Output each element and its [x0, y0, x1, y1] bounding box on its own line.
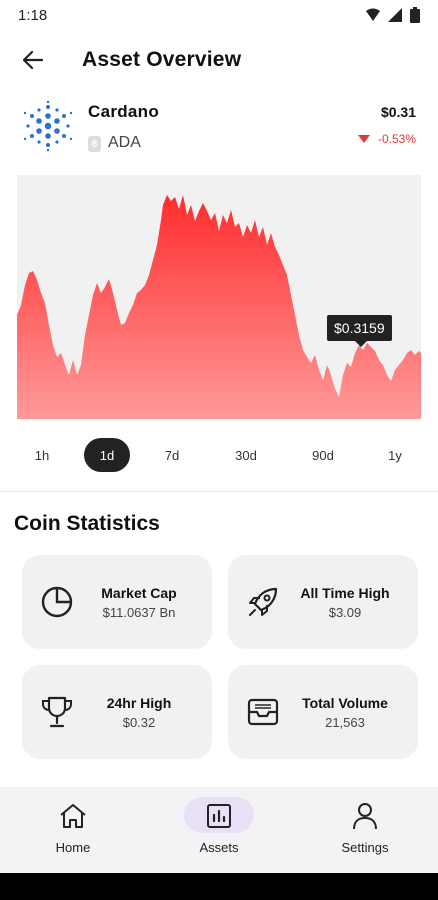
system-navigation-bar — [0, 873, 438, 900]
range-1y[interactable]: 1y — [375, 438, 415, 472]
stat-value: $0.32 — [122, 715, 156, 730]
coin-name: Cardano — [88, 102, 160, 121]
range-90d[interactable]: 90d — [303, 438, 343, 472]
status-icons — [366, 7, 420, 23]
battery-icon — [410, 7, 420, 23]
price-change: -0.53% — [357, 132, 416, 146]
status-time: 1:18 — [18, 6, 48, 24]
stat-title: Total Volume — [302, 695, 388, 711]
price-chart[interactable]: $0.3159 — [17, 175, 421, 419]
range-1d[interactable]: 1d — [84, 438, 130, 472]
nav-item-settings[interactable]: Settings — [305, 787, 425, 873]
arrow-left-icon — [23, 51, 43, 69]
bottom-navigation: Home Assets Settings — [0, 787, 438, 873]
stat-value: $3.09 — [328, 605, 362, 620]
nav-item-assets[interactable]: Assets — [159, 787, 279, 873]
app-bar: Asset Overview — [0, 38, 438, 82]
triangle-down-icon — [357, 135, 370, 143]
stat-value: $11.0637 Bn — [102, 605, 176, 620]
range-1h[interactable]: 1h — [22, 438, 62, 472]
home-icon — [56, 801, 90, 831]
range-30d[interactable]: 30d — [226, 438, 266, 472]
range-selector: 1h 1d 7d 30d 90d 1y — [0, 438, 438, 472]
nav-label-home: Home — [55, 840, 91, 855]
price-chart-area — [17, 195, 421, 419]
back-button[interactable] — [18, 45, 48, 75]
range-7d[interactable]: 7d — [152, 438, 192, 472]
nav-item-home[interactable]: Home — [13, 787, 133, 873]
price-tooltip: $0.3159 — [327, 315, 392, 347]
rank-badge: 8 — [88, 136, 101, 152]
stat-value: 21,563 — [325, 715, 365, 730]
cellular-icon — [388, 8, 402, 22]
stat-card-all-time-high[interactable]: All Time High $3.09 — [228, 555, 418, 649]
page-title: Asset Overview — [82, 48, 242, 71]
coin-header: Cardano 8 ADA $0.31 -0.53% — [0, 96, 438, 160]
price-change-value: -0.53% — [377, 132, 416, 146]
nav-label-assets: Assets — [199, 840, 239, 855]
status-bar: 1:18 — [0, 0, 438, 30]
price-area-path — [17, 195, 421, 419]
coin-symbol: ADA — [108, 134, 141, 151]
bar-chart-icon — [202, 801, 236, 831]
stat-title: All Time High — [300, 585, 390, 601]
signal-icon — [366, 8, 380, 21]
section-divider — [0, 491, 438, 492]
cardano-logo-icon — [23, 100, 73, 152]
stat-card-market-cap[interactable]: Market Cap $11.0637 Bn — [22, 555, 212, 649]
stat-title: Market Cap — [101, 585, 177, 601]
stats-title: Coin Statistics — [14, 512, 160, 535]
stat-card-24hr-high[interactable]: 24hr High $0.32 — [22, 665, 212, 759]
stat-title: 24hr High — [106, 695, 172, 711]
person-icon — [348, 801, 382, 831]
stat-card-total-volume[interactable]: Total Volume 21,563 — [228, 665, 418, 759]
nav-label-settings: Settings — [341, 840, 389, 855]
coin-price: $0.31 — [380, 104, 416, 120]
